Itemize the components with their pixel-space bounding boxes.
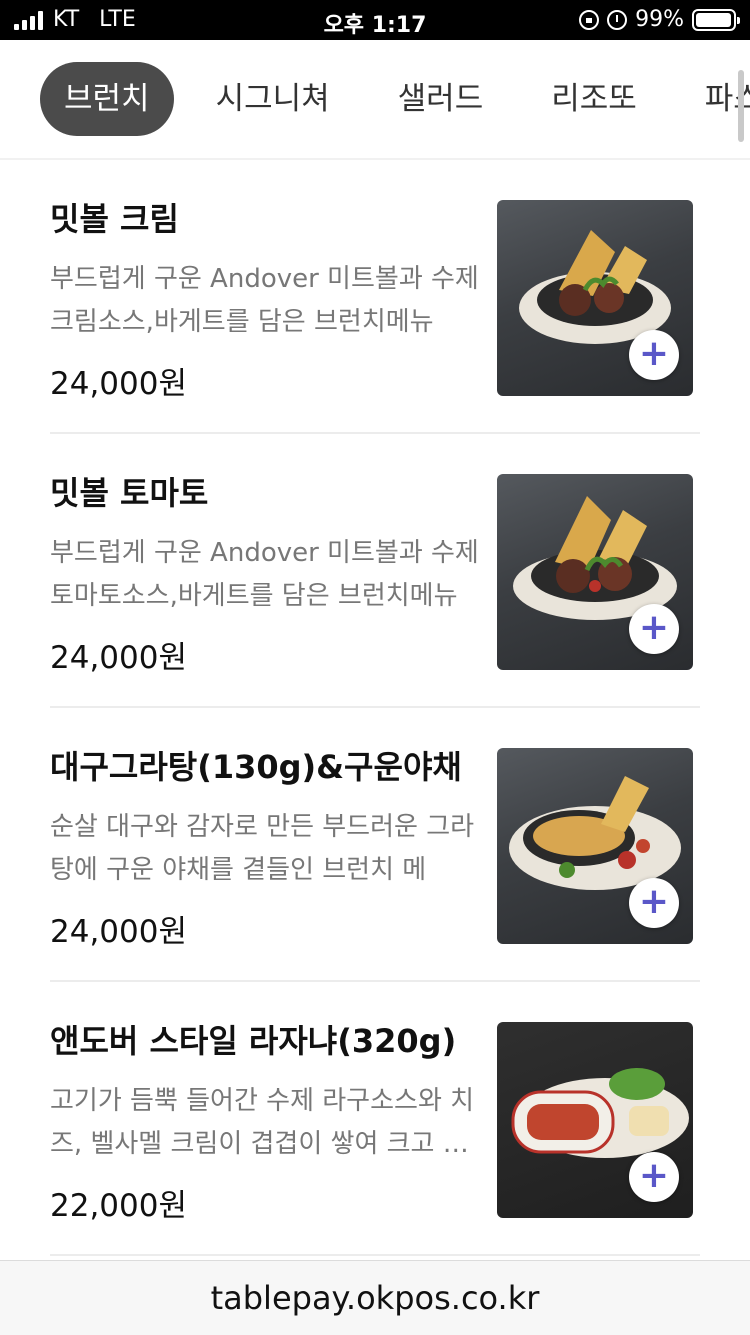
tab-brunch[interactable]: 브런치 <box>40 62 174 136</box>
menu-item-price: 24,000원 <box>50 914 187 950</box>
menu-item[interactable]: 대구그라탕(130g)&구운야채 순살 대구와 감자로 만든 부드러운 그라탕에… <box>0 708 750 982</box>
menu-item-description: 고기가 듬뿍 들어간 수제 라구소스와 치즈, 벨사멜 크림이 겹겹이 쌓여 크… <box>50 1086 475 1159</box>
add-to-cart-button[interactable]: + <box>629 878 679 928</box>
menu-item-name: 앤도버 스타일 라자냐(320g) <box>50 1022 457 1060</box>
battery-percent: 99% <box>635 7 684 32</box>
add-to-cart-button[interactable]: + <box>629 330 679 380</box>
battery-icon <box>692 8 740 31</box>
tab-salad[interactable]: 샐러드 <box>364 62 518 136</box>
menu-item-price: 22,000원 <box>50 1188 187 1224</box>
tab-scrollbar[interactable] <box>738 70 744 142</box>
menu-item[interactable]: 밋볼 토마토 부드럽게 구운 Andover 미트볼과 수제토마토소스,바게트를… <box>0 434 750 708</box>
menu-item-name: 대구그라탕(130g)&구운야채 <box>50 748 462 786</box>
menu-item-price: 24,000원 <box>50 640 187 676</box>
tab-risotto[interactable]: 리조또 <box>517 62 671 136</box>
menu-item-photo[interactable]: + <box>497 474 693 670</box>
menu-item-name: 밋볼 크림 <box>50 200 179 238</box>
category-tab-bar: 브런치 시그니쳐 샐러드 리조또 파스타 <box>0 40 750 160</box>
menu-item-photo[interactable]: + <box>497 748 693 944</box>
tab-signature[interactable]: 시그니쳐 <box>182 62 364 136</box>
menu-item-price: 24,000원 <box>50 366 187 402</box>
browser-url-bar[interactable]: tablepay.okpos.co.kr <box>0 1260 750 1335</box>
menu-item-description: 부드럽게 구운 Andover 미트볼과 수제크림소스,바게트를 담은 브런치메… <box>50 264 479 337</box>
menu-item-description: 순살 대구와 감자로 만든 부드러운 그라탕에 구운 야채를 곁들인 브런치 메 <box>50 812 475 885</box>
menu-item-description: 부드럽게 구운 Andover 미트볼과 수제토마토소스,바게트를 담은 브런치… <box>50 538 479 611</box>
menu-item-photo[interactable]: + <box>497 1022 693 1218</box>
menu-item-name: 밋볼 토마토 <box>50 474 209 512</box>
add-to-cart-button[interactable]: + <box>629 604 679 654</box>
menu-item-photo[interactable]: + <box>497 200 693 396</box>
add-to-cart-button[interactable]: + <box>629 1152 679 1202</box>
rotation-lock-icon <box>579 9 600 30</box>
menu-list: 밋볼 크림 부드럽게 구운 Andover 미트볼과 수제크림소스,바게트를 담… <box>0 160 750 1256</box>
alarm-icon <box>607 9 628 30</box>
menu-item[interactable]: 밋볼 크림 부드럽게 구운 Andover 미트볼과 수제크림소스,바게트를 담… <box>0 160 750 434</box>
menu-item[interactable]: 앤도버 스타일 라자냐(320g) 고기가 듬뿍 들어간 수제 라구소스와 치즈… <box>0 982 750 1256</box>
status-bar: KT LTE 오후 1:17 99% <box>0 0 750 40</box>
divider <box>50 1254 700 1256</box>
